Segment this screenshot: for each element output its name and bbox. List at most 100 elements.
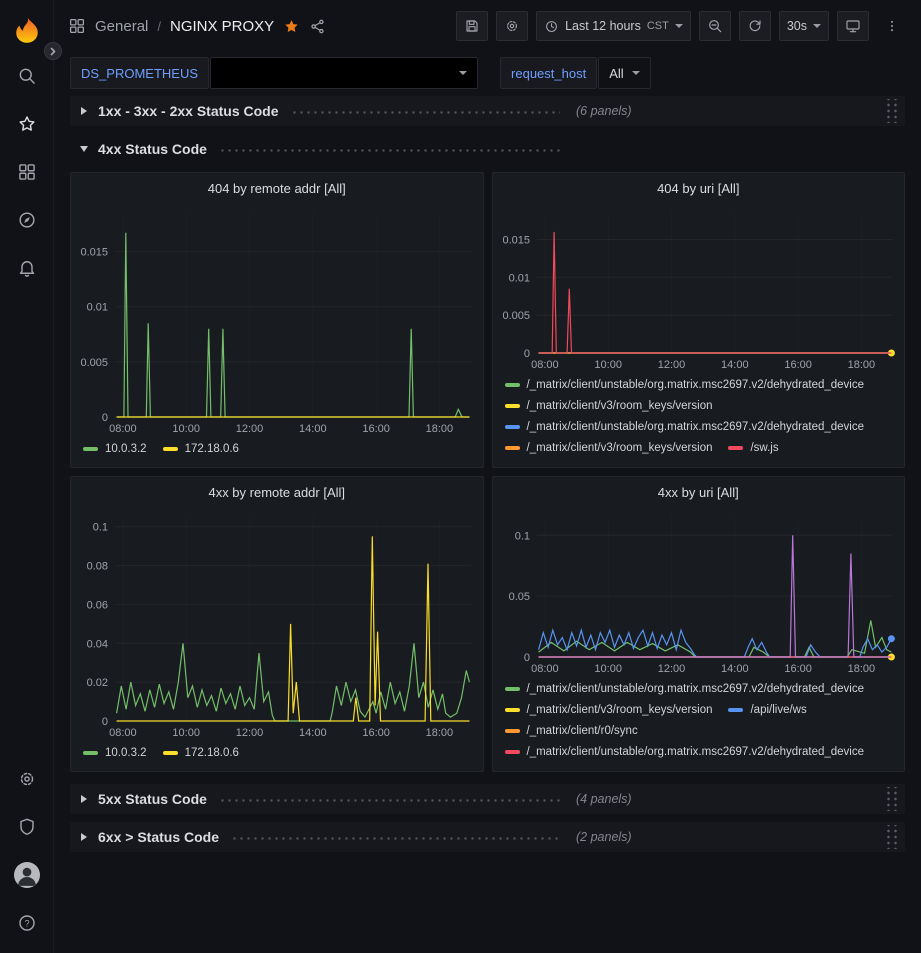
grafana-flame-icon — [12, 15, 42, 45]
legend-label: /_matrix/client/v3/room_keys/version — [527, 396, 713, 416]
dashboard-title[interactable]: NGINX PROXY — [170, 18, 274, 35]
legend-swatch — [728, 708, 743, 712]
help-icon: ? — [17, 913, 37, 933]
svg-text:0.04: 0.04 — [87, 638, 108, 650]
legend-item[interactable]: /_matrix/client/unstable/org.matrix.msc2… — [505, 417, 865, 437]
dotted-leader — [291, 111, 560, 114]
row-header-4xx[interactable]: 4xx Status Code — [70, 134, 905, 164]
svg-text:16:00: 16:00 — [362, 423, 390, 435]
sidebar-item-configuration[interactable] — [0, 755, 54, 803]
favorite-star-icon[interactable] — [283, 18, 300, 35]
legend-item[interactable]: 10.0.3.2 — [83, 743, 147, 763]
save-dashboard-button[interactable] — [456, 11, 488, 41]
request-host-label[interactable]: request_host — [500, 57, 597, 89]
chevron-down-icon — [675, 24, 683, 28]
row-header-6xx[interactable]: 6xx > Status Code (2 panels) — [70, 822, 905, 852]
svg-text:16:00: 16:00 — [784, 663, 812, 675]
sidebar-item-starred[interactable] — [0, 100, 54, 148]
panel-title[interactable]: 4xx by remote addr [All] — [71, 477, 483, 507]
legend-item[interactable]: /_matrix/client/unstable/org.matrix.msc2… — [505, 679, 865, 699]
legend-item[interactable]: 172.18.0.6 — [163, 743, 239, 763]
sidebar-item-alerting[interactable] — [0, 244, 54, 292]
request-host-value-select[interactable]: All — [598, 57, 650, 89]
timeseries-chart[interactable]: 08:0010:0012:0014:0016:0018:0000.050.1 — [493, 507, 905, 677]
refresh-button[interactable] — [739, 11, 771, 41]
panel-title[interactable]: 404 by remote addr [All] — [71, 173, 483, 203]
dashboard-settings-button[interactable] — [496, 11, 528, 41]
gear-icon — [17, 769, 37, 789]
legend-swatch — [163, 751, 178, 755]
row-drag-handle[interactable] — [884, 787, 899, 811]
svg-text:0.01: 0.01 — [87, 302, 108, 314]
kebab-menu-button[interactable] — [877, 11, 907, 41]
gear-icon — [504, 18, 520, 34]
sidebar-expand-button[interactable] — [44, 42, 62, 60]
legend-label: /_matrix/client/r0/sync — [527, 721, 638, 741]
svg-text:0.02: 0.02 — [87, 677, 108, 689]
dotted-leader — [219, 149, 560, 152]
legend-item[interactable]: /_matrix/client/v3/room_keys/version — [505, 438, 713, 458]
datasource-label[interactable]: DS_PROMETHEUS — [70, 57, 209, 89]
legend-item[interactable]: /api/live/ws — [728, 700, 806, 720]
svg-text:0.015: 0.015 — [502, 235, 530, 247]
sidebar-item-search[interactable] — [0, 52, 54, 100]
svg-text:10:00: 10:00 — [172, 727, 200, 739]
svg-text:0.1: 0.1 — [514, 530, 529, 542]
svg-text:12:00: 12:00 — [657, 359, 685, 371]
legend-item[interactable]: /_matrix/client/v3/room_keys/version — [505, 700, 713, 720]
legend-swatch — [163, 447, 178, 451]
legend-item[interactable]: /_matrix/client/v3/room_keys/version — [505, 396, 713, 416]
chart-legend: 10.0.3.2 172.18.0.6 — [71, 437, 483, 467]
datasource-value-select[interactable] — [210, 57, 478, 89]
legend-item[interactable]: 172.18.0.6 — [163, 439, 239, 459]
breadcrumb-separator: / — [157, 19, 161, 34]
save-icon — [464, 18, 480, 34]
timeseries-chart[interactable]: 08:0010:0012:0014:0016:0018:0000.0050.01… — [71, 203, 483, 437]
svg-text:0: 0 — [523, 348, 529, 360]
panel-title[interactable]: 404 by uri [All] — [493, 173, 905, 203]
tv-mode-button[interactable] — [837, 11, 869, 41]
timezone-label: CST — [647, 20, 669, 32]
row-header-1xx-3xx-2xx[interactable]: 1xx - 3xx - 2xx Status Code (6 panels) — [70, 96, 905, 126]
sidebar-item-explore[interactable] — [0, 196, 54, 244]
sidebar-item-server-admin[interactable] — [0, 803, 54, 851]
row-drag-handle[interactable] — [884, 825, 899, 849]
legend-item[interactable]: /_matrix/client/unstable/org.matrix.msc2… — [505, 742, 865, 762]
timeseries-chart[interactable]: 08:0010:0012:0014:0016:0018:0000.0050.01… — [493, 203, 905, 373]
sidebar-item-dashboards[interactable] — [0, 148, 54, 196]
time-range-label: Last 12 hours — [565, 19, 641, 33]
panel-title[interactable]: 4xx by uri [All] — [493, 477, 905, 507]
legend-swatch — [83, 447, 98, 451]
user-avatar — [14, 862, 40, 888]
sidebar-item-profile[interactable] — [0, 851, 54, 899]
svg-text:?: ? — [24, 918, 29, 928]
svg-text:14:00: 14:00 — [721, 663, 749, 675]
dashboard-content: 1xx - 3xx - 2xx Status Code (6 panels) 4… — [54, 92, 921, 953]
legend-item[interactable]: /_matrix/client/r0/sync — [505, 721, 638, 741]
row-drag-handle[interactable] — [884, 99, 899, 123]
breadcrumb-folder[interactable]: General — [95, 18, 148, 35]
svg-text:08:00: 08:00 — [109, 727, 137, 739]
legend-item[interactable]: 10.0.3.2 — [83, 439, 147, 459]
refresh-interval-dropdown[interactable]: 30s — [779, 11, 829, 41]
svg-text:10:00: 10:00 — [594, 359, 622, 371]
legend-swatch — [505, 383, 520, 387]
sidebar-item-help[interactable]: ? — [0, 899, 54, 947]
panel-404-by-uri: 404 by uri [All] 08:0010:0012:0014:0016:… — [492, 172, 906, 468]
svg-text:12:00: 12:00 — [657, 663, 685, 675]
chart-legend: /_matrix/client/unstable/org.matrix.msc2… — [493, 677, 905, 771]
svg-text:16:00: 16:00 — [784, 359, 812, 371]
svg-text:12:00: 12:00 — [236, 423, 264, 435]
timeseries-chart[interactable]: 08:0010:0012:0014:0016:0018:0000.020.040… — [71, 507, 483, 741]
svg-text:16:00: 16:00 — [362, 727, 390, 739]
legend-label: 172.18.0.6 — [185, 439, 239, 459]
share-icon[interactable] — [309, 18, 326, 35]
time-range-picker[interactable]: Last 12 hours CST — [536, 11, 691, 41]
chevron-right-icon — [76, 833, 92, 841]
row-header-5xx[interactable]: 5xx Status Code (4 panels) — [70, 784, 905, 814]
zoom-out-button[interactable] — [699, 11, 731, 41]
legend-item[interactable]: /sw.js — [728, 438, 778, 458]
svg-text:18:00: 18:00 — [847, 663, 875, 675]
svg-text:08:00: 08:00 — [531, 663, 559, 675]
legend-item[interactable]: /_matrix/client/unstable/org.matrix.msc2… — [505, 375, 865, 395]
